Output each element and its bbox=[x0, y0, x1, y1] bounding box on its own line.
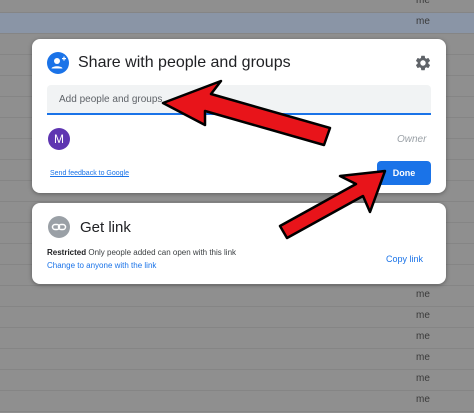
owner-cell: me bbox=[416, 289, 430, 300]
link-access-description: Restricted Only people added can open wi… bbox=[47, 248, 236, 257]
owner-label: Owner bbox=[397, 134, 427, 145]
owner-cell: me bbox=[416, 352, 430, 363]
send-feedback-link[interactable]: Send feedback to Google bbox=[50, 170, 129, 177]
gear-icon[interactable] bbox=[414, 54, 432, 72]
add-people-input[interactable] bbox=[47, 85, 431, 115]
restricted-description: Only people added can open with this lin… bbox=[88, 248, 237, 257]
owner-cell: me bbox=[416, 331, 430, 342]
owner-cell: me bbox=[416, 0, 430, 6]
person-add-icon bbox=[47, 52, 69, 74]
get-link-title: Get link bbox=[80, 219, 131, 236]
restricted-label: Restricted bbox=[47, 248, 87, 257]
table-row: me bbox=[0, 286, 474, 307]
get-link-card: Get link Restricted Only people added ca… bbox=[32, 203, 446, 284]
table-row: me bbox=[0, 328, 474, 349]
table-row: me bbox=[0, 0, 474, 13]
table-row: me bbox=[0, 13, 474, 34]
owner-cell: me bbox=[416, 310, 430, 321]
table-row: me bbox=[0, 370, 474, 391]
avatar: M bbox=[48, 128, 70, 150]
table-row: me bbox=[0, 391, 474, 412]
owner-cell: me bbox=[416, 16, 430, 27]
change-access-link[interactable]: Change to anyone with the link bbox=[47, 261, 156, 270]
owner-cell: me bbox=[416, 394, 430, 405]
done-button[interactable]: Done bbox=[377, 161, 431, 185]
link-icon bbox=[48, 216, 70, 238]
table-row: me bbox=[0, 307, 474, 328]
copy-link-button[interactable]: Copy link bbox=[386, 254, 423, 264]
share-dialog: Share with people and groups M Owner Sen… bbox=[32, 39, 446, 193]
table-row: me bbox=[0, 349, 474, 370]
share-dialog-title: Share with people and groups bbox=[78, 54, 291, 71]
owner-cell: me bbox=[416, 373, 430, 384]
